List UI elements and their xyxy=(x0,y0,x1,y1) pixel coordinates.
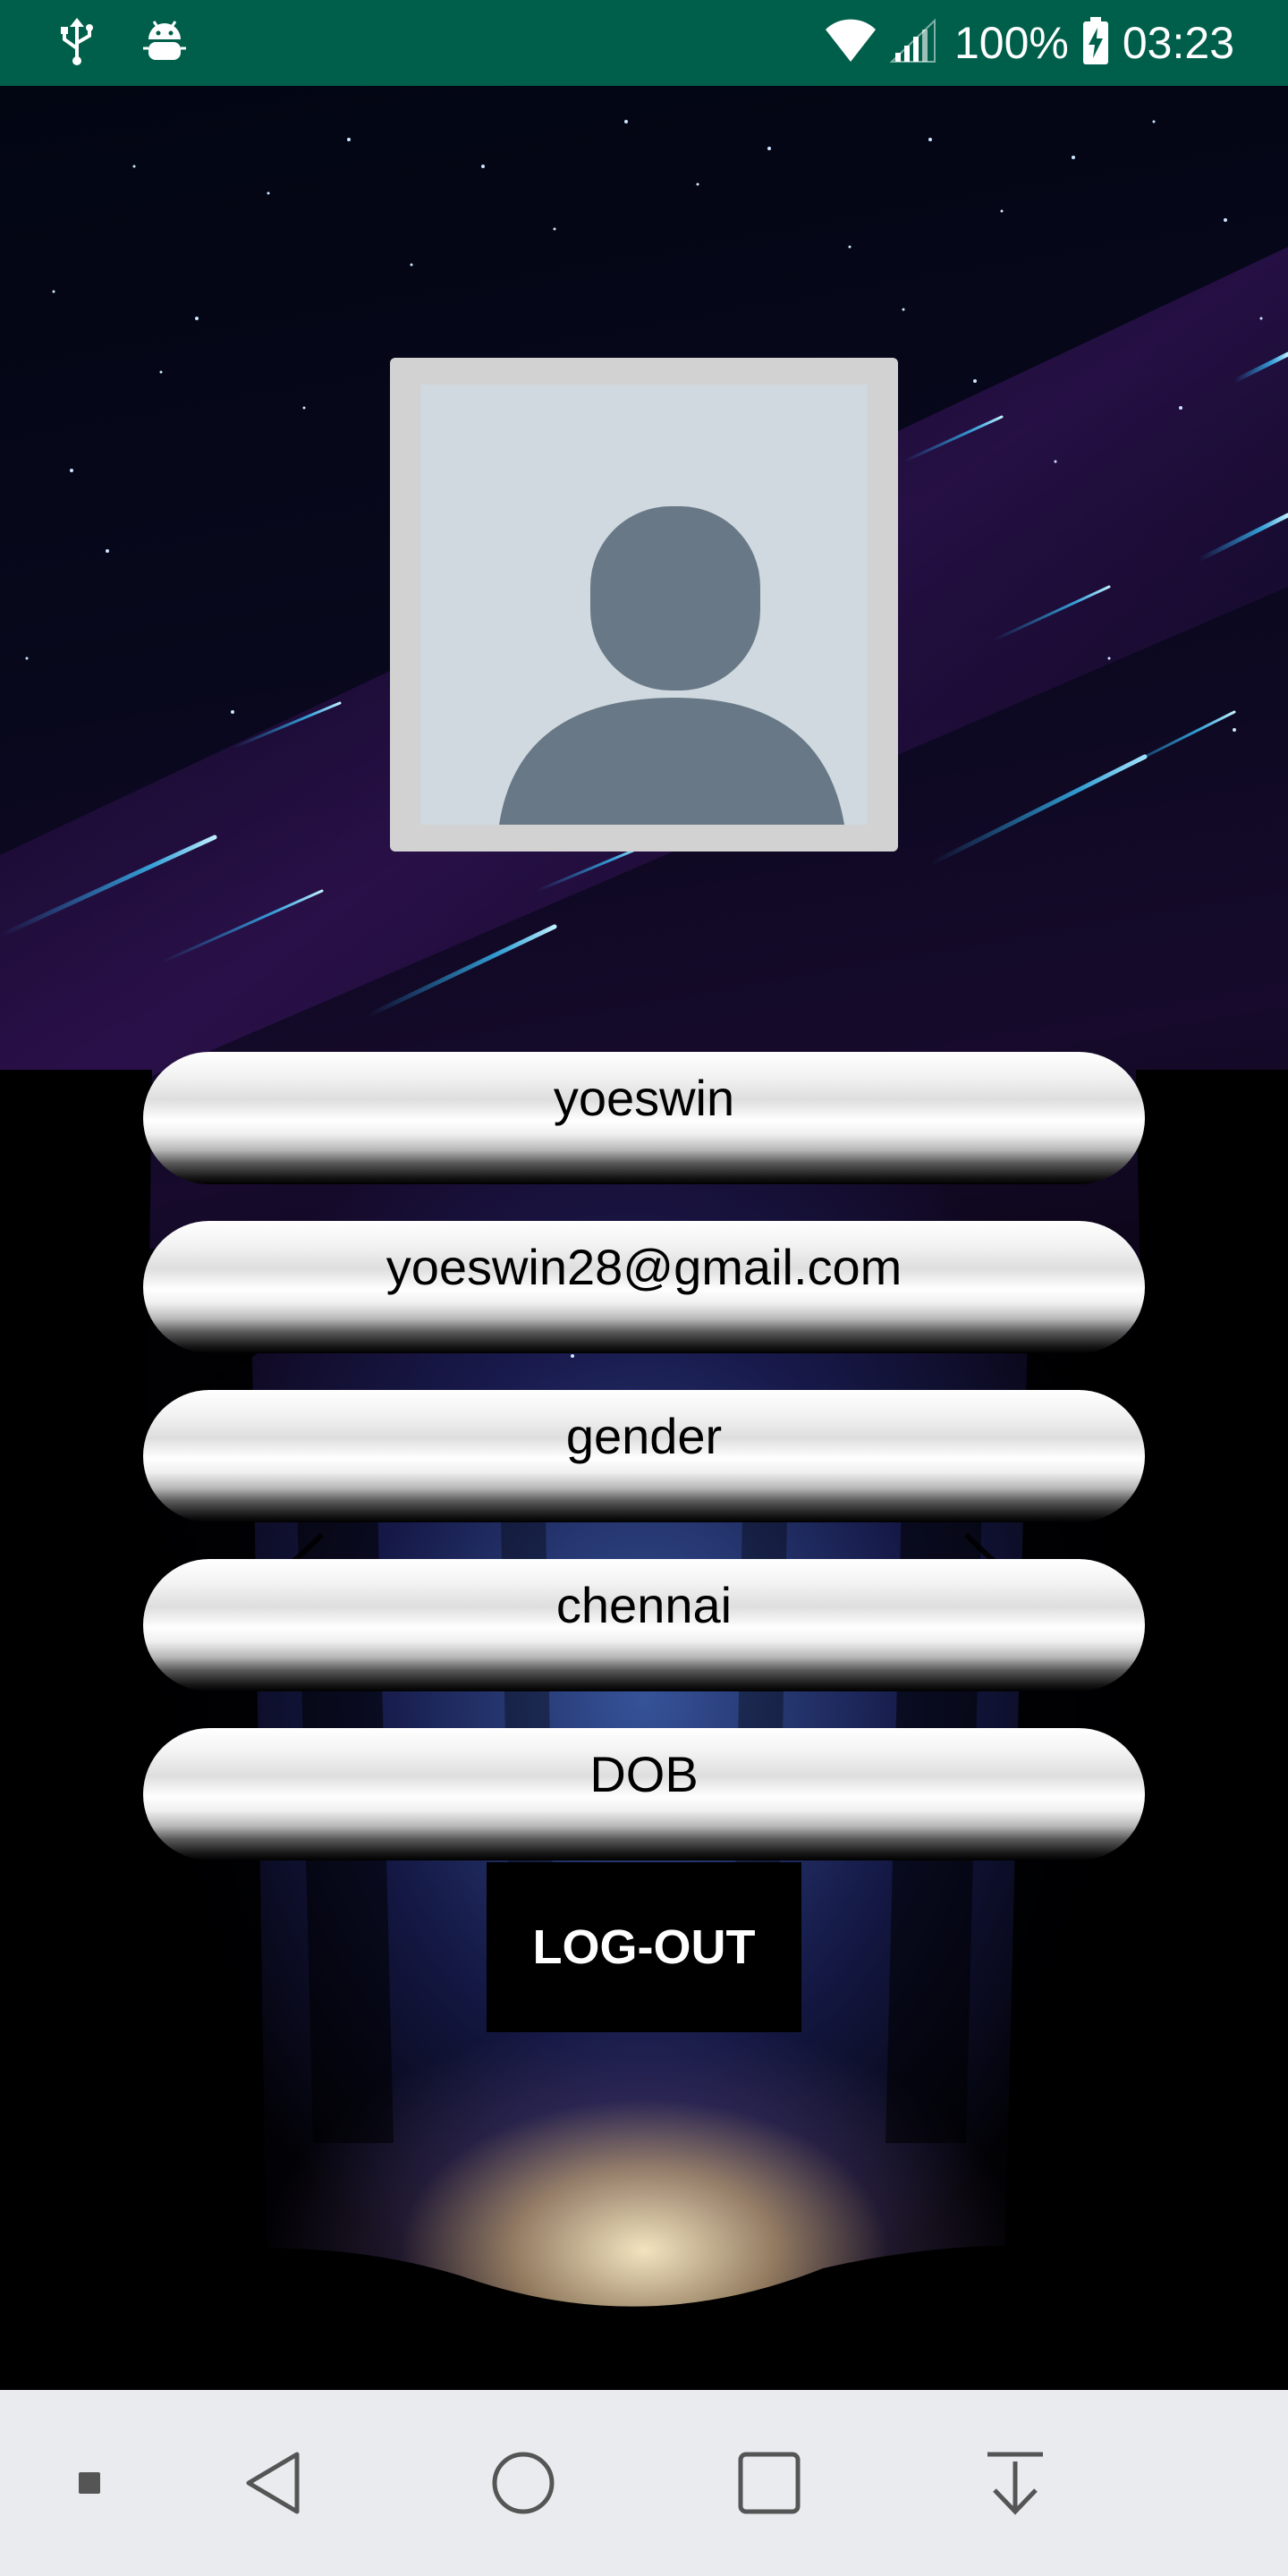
navigation-bar xyxy=(0,2390,1288,2576)
status-bar: 100% 03:23 xyxy=(0,0,1288,86)
download-icon[interactable] xyxy=(966,2390,1064,2576)
recents-icon[interactable] xyxy=(720,2390,818,2576)
screen: 100% 03:23 yoeswin yoeswin28@gmail.com g… xyxy=(0,0,1288,2576)
wifi-icon xyxy=(824,19,877,68)
home-icon[interactable] xyxy=(474,2390,572,2576)
gender-field[interactable]: gender xyxy=(143,1390,1145,1522)
battery-percent: 100% xyxy=(953,18,1069,68)
status-left-icons xyxy=(57,16,186,71)
logout-button[interactable]: LOG-OUT xyxy=(487,1862,801,2032)
menu-square-icon[interactable] xyxy=(54,2390,125,2576)
logout-label: LOG-OUT xyxy=(532,1920,756,1974)
usb-icon xyxy=(57,16,97,71)
dob-field[interactable]: DOB xyxy=(143,1728,1145,1860)
profile-avatar[interactable] xyxy=(390,358,898,852)
status-time: 03:23 xyxy=(1122,18,1234,68)
signal-icon xyxy=(889,18,936,68)
battery-charging-icon xyxy=(1081,16,1110,70)
status-right-icons: 100% 03:23 xyxy=(824,13,1234,73)
city-field[interactable]: chennai xyxy=(143,1559,1145,1691)
android-debug-icon xyxy=(143,16,186,71)
person-placeholder-icon xyxy=(420,385,868,825)
back-icon[interactable] xyxy=(224,2390,322,2576)
name-field[interactable]: yoeswin xyxy=(143,1052,1145,1184)
profile-screen: yoeswin yoeswin28@gmail.com gender chenn… xyxy=(0,86,1288,2390)
email-field[interactable]: yoeswin28@gmail.com xyxy=(143,1221,1145,1353)
